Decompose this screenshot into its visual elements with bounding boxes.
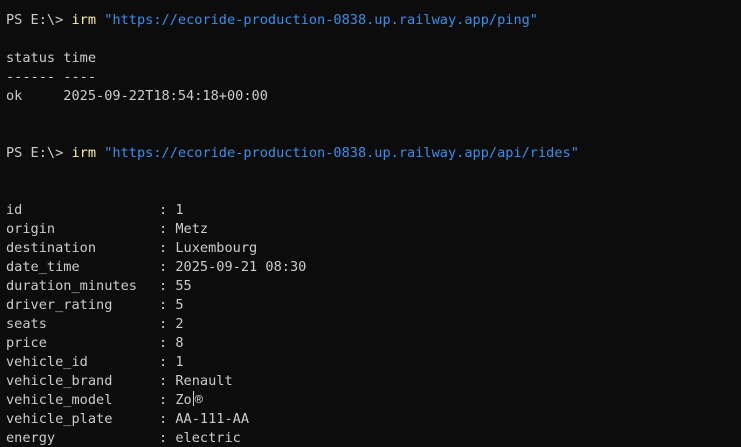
garbled-character-bar xyxy=(192,391,194,406)
kv-key: vehicle_brand xyxy=(6,373,113,389)
kv-separator: : xyxy=(159,316,176,332)
kv-key: vehicle_plate xyxy=(6,411,113,427)
kv-value: 55 xyxy=(175,278,192,294)
prompt-line-rides: PS E:\> irm "https://ecoride-production-… xyxy=(6,144,741,163)
kv-separator: : xyxy=(159,335,176,351)
prompt: PS E:\> xyxy=(6,12,72,28)
kv-key: id xyxy=(6,202,23,218)
kv-key: vehicle_model xyxy=(6,392,113,408)
kv-value: 1 xyxy=(175,354,184,370)
kv-separator: : xyxy=(159,221,176,237)
kv-value: 5 xyxy=(175,297,184,313)
kv-separator: : xyxy=(159,430,176,446)
kv-value: Zo xyxy=(175,392,192,408)
table-header: status time xyxy=(6,50,97,66)
kv-key: price xyxy=(6,335,47,351)
command-name: irm xyxy=(71,145,97,161)
prompt-line-ping: PS E:\> irm "https://ecoride-production-… xyxy=(6,11,741,30)
kv-key: energy xyxy=(6,430,56,446)
command-url-argument: "https://ecoride-production-0838.up.rail… xyxy=(104,145,579,161)
kv-key: vehicle_id xyxy=(6,354,88,370)
table-rule: ------ ---- xyxy=(6,69,97,85)
kv-row-price: price: 8 xyxy=(6,334,741,353)
kv-row-vehicle-brand: vehicle_brand: Renault xyxy=(6,372,741,391)
kv-value: Renault xyxy=(175,373,233,389)
kv-row-energy: energy: electric xyxy=(6,429,741,447)
kv-value: 2 xyxy=(175,316,184,332)
kv-value: Luxembourg xyxy=(175,240,258,256)
kv-row-vehicle-id: vehicle_id: 1 xyxy=(6,353,741,372)
terminal-window[interactable]: PS E:\> irm "https://ecoride-production-… xyxy=(0,0,741,447)
kv-key: destination xyxy=(6,240,97,256)
kv-separator: : xyxy=(159,240,176,256)
kv-value: electric xyxy=(175,430,241,446)
kv-separator: : xyxy=(159,373,176,389)
kv-row-date-time: date_time: 2025-09-21 08:30 xyxy=(6,258,741,277)
kv-separator: : xyxy=(159,278,176,294)
table-row: ok 2025-09-22T18:54:18+00:00 xyxy=(6,88,268,104)
kv-row-vehicle-model: vehicle_model: Zo ® xyxy=(6,391,741,410)
kv-value: 8 xyxy=(175,335,184,351)
kv-key: date_time xyxy=(6,259,80,275)
kv-row-destination: destination: Luxembourg xyxy=(6,239,741,258)
kv-key: driver_rating xyxy=(6,297,113,313)
kv-value: 2025-09-21 08:30 xyxy=(175,259,307,275)
prompt: PS E:\> xyxy=(6,145,72,161)
kv-separator: : xyxy=(159,354,176,370)
kv-separator: : xyxy=(159,411,176,427)
kv-row-id: id: 1 xyxy=(6,201,741,220)
kv-value: 1 xyxy=(175,202,184,218)
kv-row-origin: origin: Metz xyxy=(6,220,741,239)
kv-value: Metz xyxy=(175,221,209,237)
kv-key: seats xyxy=(6,316,47,332)
kv-value: AA-111-AA xyxy=(175,411,250,427)
kv-value-garbled: ® xyxy=(194,392,203,408)
kv-separator: : xyxy=(159,202,176,218)
kv-separator: : xyxy=(159,259,176,275)
kv-separator: : xyxy=(159,392,176,408)
command-url-argument: "https://ecoride-production-0838.up.rail… xyxy=(104,12,538,28)
kv-row-seats: seats: 2 xyxy=(6,315,741,334)
kv-row-driver-rating: driver_rating: 5 xyxy=(6,296,741,315)
command-name: irm xyxy=(71,12,97,28)
kv-row-duration-minutes: duration_minutes: 55 xyxy=(6,277,741,296)
kv-row-vehicle-plate: vehicle_plate: AA-111-AA xyxy=(6,410,741,429)
kv-key: origin xyxy=(6,221,56,237)
kv-separator: : xyxy=(159,297,176,313)
kv-key: duration_minutes xyxy=(6,278,137,294)
